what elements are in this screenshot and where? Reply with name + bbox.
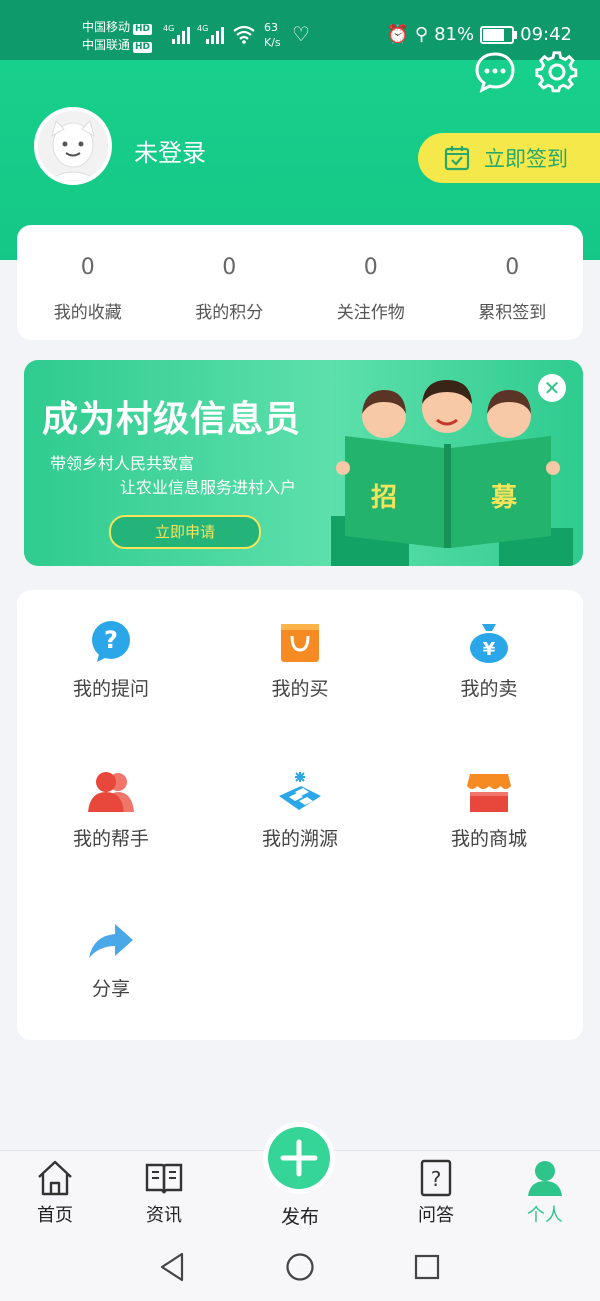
shopping-bag-icon: [281, 624, 319, 662]
home-icon: [38, 1160, 72, 1196]
battery-icon: [480, 25, 518, 44]
stat-label: 我的积分: [195, 303, 264, 323]
avatar[interactable]: [34, 107, 112, 185]
menu-label: 我的商城: [450, 828, 527, 850]
settings-icon[interactable]: [535, 50, 579, 94]
menu-label: 我的卖: [460, 678, 518, 700]
alarm-icon: ⏰: [386, 24, 409, 45]
svg-text:?: ?: [431, 1167, 442, 1191]
speed-unit: K/s: [264, 36, 281, 49]
carrier-1: 中国移动: [82, 20, 131, 34]
menu-item-questions[interactable]: ? 我的提问: [17, 590, 205, 740]
stat-points[interactable]: 0 我的积分: [159, 225, 301, 340]
speed-value: 63: [264, 21, 278, 34]
tab-home[interactable]: 首页: [15, 1151, 95, 1227]
message-icon[interactable]: [473, 50, 517, 94]
plus-icon: [280, 1139, 318, 1177]
stat-label: 我的收藏: [53, 303, 122, 323]
menu-item-trace[interactable]: 我的溯源: [206, 740, 394, 890]
menu-label: 分享: [91, 978, 130, 1000]
share-icon: [89, 924, 133, 958]
stat-followed-crops[interactable]: 0 关注作物: [300, 225, 442, 340]
health-icon: ♡: [292, 22, 310, 46]
menu-label: 我的提问: [72, 678, 149, 700]
network-speed: 63 K/s: [264, 20, 281, 50]
recruit-illustration: 招 募: [331, 380, 573, 566]
tab-qa[interactable]: ? 问答: [396, 1151, 476, 1227]
system-nav-bar: [0, 1232, 600, 1301]
book-right-char: 募: [490, 483, 518, 513]
calendar-check-icon: [444, 146, 470, 171]
battery-text: 81%: [434, 24, 475, 45]
stat-signins[interactable]: 0 累积签到: [442, 225, 584, 340]
carrier-info: 中国移动 HD 中国联通 HD: [82, 18, 153, 54]
publish-button[interactable]: [263, 1122, 335, 1194]
qa-icon: ?: [420, 1159, 452, 1197]
clock: 09:42: [520, 24, 572, 45]
location-icon: ⚲: [414, 24, 429, 45]
tab-me[interactable]: 个人: [505, 1151, 585, 1227]
menu-label: 我的买: [271, 678, 329, 700]
stats-panel: 0 我的收藏 0 我的积分 0 关注作物 0 累积签到: [17, 225, 583, 340]
username[interactable]: 未登录: [134, 133, 206, 168]
menu-item-sell[interactable]: ¥ 我的卖: [395, 590, 583, 740]
traceability-icon: [279, 772, 321, 810]
signal-icon-2: [206, 24, 224, 44]
banner-title: 成为村级信息员: [42, 399, 302, 440]
menu-label: 我的帮手: [72, 828, 149, 850]
tab-label: 个人: [527, 1205, 563, 1226]
recents-icon[interactable]: [414, 1254, 440, 1280]
helpers-icon: [88, 772, 134, 812]
book-icon: [145, 1163, 183, 1194]
back-icon[interactable]: [158, 1252, 186, 1282]
stat-value: 0: [363, 255, 378, 280]
stat-favorites[interactable]: 0 我的收藏: [17, 225, 159, 340]
menu-item-buy[interactable]: 我的买: [206, 590, 394, 740]
money-bag-icon: ¥: [470, 624, 508, 663]
menu-item-share[interactable]: 分享: [17, 890, 205, 1040]
svg-text:¥: ¥: [483, 639, 496, 660]
stat-value: 0: [80, 255, 95, 280]
signin-button[interactable]: 立即签到: [418, 133, 600, 183]
publish-label: 发布: [280, 1206, 319, 1228]
book-left-char: 招: [371, 483, 397, 513]
tab-label: 问答: [418, 1205, 454, 1226]
stat-value: 0: [222, 255, 237, 280]
tab-label: 资讯: [146, 1205, 182, 1226]
signin-label: 立即签到: [484, 147, 568, 171]
stat-label: 关注作物: [336, 303, 405, 323]
menu-grid: ? 我的提问 我的买 ¥ 我的卖 我的帮手 我的溯源 我的商城 分享: [17, 590, 583, 1040]
default-avatar-icon: [38, 111, 108, 181]
stat-label: 累积签到: [478, 303, 547, 323]
apply-button[interactable]: 立即申请: [109, 515, 261, 549]
question-icon: ?: [92, 621, 130, 662]
signal-icon: [172, 24, 190, 44]
carrier-2: 中国联通: [82, 38, 131, 52]
wifi-icon: [233, 25, 255, 44]
recruit-banner[interactable]: 成为村级信息员 带领乡村人民共致富 让农业信息服务进村入户 立即申请 招 募 ✕: [24, 360, 583, 566]
tab-label: 首页: [37, 1205, 73, 1226]
store-icon: [467, 774, 511, 812]
person-icon: [528, 1161, 562, 1196]
publish-circle: [268, 1127, 330, 1189]
tab-news[interactable]: 资讯: [124, 1151, 204, 1227]
menu-label: 我的溯源: [261, 828, 338, 850]
svg-text:?: ?: [104, 626, 118, 654]
banner-subtitle-2: 让农业信息服务进村入户: [120, 478, 297, 497]
home-nav-icon[interactable]: [285, 1252, 315, 1282]
status-right: ⏰ ⚲ 81% 09:42: [387, 24, 573, 45]
banner-close-icon[interactable]: ✕: [538, 374, 566, 402]
banner-subtitle-1: 带领乡村人民共致富: [50, 454, 195, 473]
stat-value: 0: [505, 255, 520, 280]
hd-badge: HD: [133, 24, 153, 35]
menu-item-store[interactable]: 我的商城: [395, 740, 583, 890]
menu-item-helpers[interactable]: 我的帮手: [17, 740, 205, 890]
hd-badge-2: HD: [133, 42, 153, 53]
